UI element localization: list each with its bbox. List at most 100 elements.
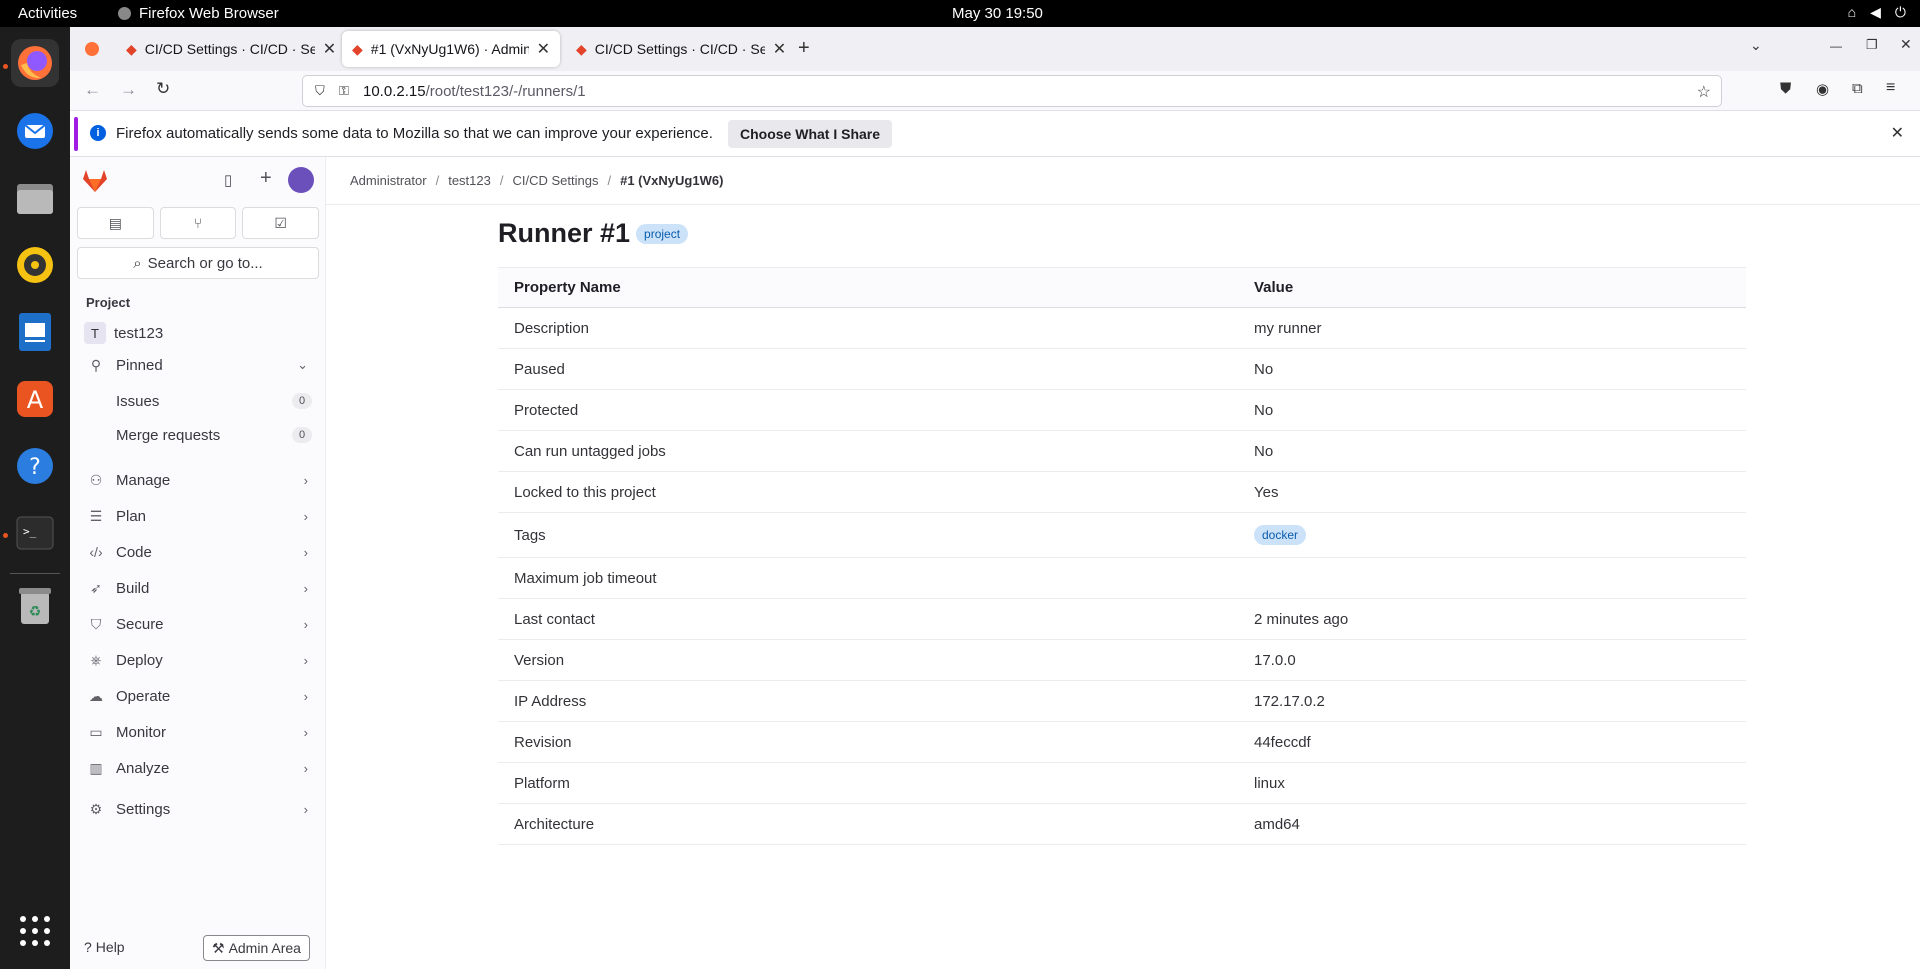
sidebar-item-build[interactable]: ➶ Build › [78, 572, 318, 604]
chevron-right-icon: › [303, 724, 308, 740]
search-button[interactable]: ⌕ Search or go to... [77, 247, 319, 279]
svg-text:>_: >_ [23, 525, 37, 538]
notification-message: Firefox automatically sends some data to… [116, 125, 713, 142]
chevron-down-icon: ⌄ [297, 357, 308, 372]
extensions-icon[interactable]: ⧉ [1852, 80, 1863, 97]
help-icon: ? [84, 939, 92, 955]
column-header: Value [1238, 267, 1746, 308]
property-name: Platform [498, 762, 1238, 804]
sidebar-item-pinned[interactable]: ⚲ Pinned ⌄ [78, 349, 318, 381]
table-row: Can run untagged jobs No [498, 430, 1746, 472]
reload-icon[interactable]: ↻ [156, 79, 170, 99]
help-dock-icon[interactable]: ? [11, 442, 59, 490]
url-host: 10.0.2.15 [363, 82, 426, 100]
todo-icon[interactable]: ☑ [242, 207, 320, 239]
gitlab-logo-icon[interactable] [82, 169, 108, 198]
app-name-label: Firefox Web Browser [139, 5, 279, 22]
gitlab-tab-icon: ◆ [352, 40, 363, 57]
breadcrumb-item[interactable]: test123 [448, 173, 491, 188]
sidebar-item-project[interactable]: T test123 [78, 317, 318, 349]
sidebar-item-label: Issues [116, 392, 160, 410]
rhythmbox-dock-icon[interactable] [11, 241, 59, 289]
activities-button[interactable]: Activities [18, 5, 77, 22]
table-row: Locked to this project Yes [498, 471, 1746, 513]
tab-title: CI/CD Settings · CI/CD · Se [594, 41, 765, 57]
thunderbird-dock-icon[interactable] [11, 107, 59, 155]
writer-dock-icon[interactable] [11, 308, 59, 356]
sidebar-item-merge-requests[interactable]: Merge requests 0 [78, 419, 318, 451]
bookmark-star-icon[interactable]: ☆ [1697, 82, 1711, 102]
assigned-issues-icon[interactable]: ▤ [77, 207, 154, 239]
files-dock-icon[interactable] [11, 174, 59, 222]
lock-icon[interactable]: ⚿ [339, 83, 349, 99]
firefox-dock-icon[interactable] [11, 39, 59, 87]
sidebar-item-settings[interactable]: ⚙ Settings › [78, 793, 318, 825]
sidebar-item-label: Monitor [116, 723, 167, 741]
create-new-icon[interactable]: + [260, 167, 272, 190]
property-value: No [1238, 430, 1746, 472]
app-center-dock-icon[interactable]: A [11, 375, 59, 423]
sidebar-item-issues[interactable]: Issues 0 [78, 385, 318, 417]
svg-text:A: A [27, 386, 44, 414]
tab-title: #1 (VxNyUg1W6) · Admin [370, 41, 529, 57]
firefox-view-tab[interactable] [74, 31, 110, 67]
system-tray[interactable]: ⌂ ◀ ⏻ [1848, 4, 1906, 21]
sidebar-item-label: Settings [116, 800, 171, 818]
gitlab-tab-icon: ◆ [126, 40, 137, 57]
rocket-icon: ➶ [90, 579, 102, 596]
shield-icon[interactable]: ⛉ [315, 83, 325, 99]
property-name: Can run untagged jobs [498, 430, 1238, 472]
pocket-icon[interactable]: ⛊ [1780, 80, 1791, 97]
volume-icon: ◀ [1870, 4, 1881, 20]
new-tab-icon[interactable]: + [798, 37, 810, 60]
close-tab-icon[interactable]: ✕ [323, 39, 336, 59]
breadcrumb-item[interactable]: Administrator [350, 173, 427, 188]
property-value: 44feccdf [1238, 721, 1746, 763]
minimize-icon[interactable]: — [1830, 39, 1842, 53]
close-notification-icon[interactable]: ✕ [1891, 123, 1904, 143]
sidebar-item-manage[interactable]: ⚇ Manage › [78, 464, 318, 496]
admin-icon: ⚒ [212, 939, 225, 956]
tab-runner[interactable]: ◆ #1 (VxNyUg1W6) · Admin ✕ [342, 31, 560, 67]
show-apps-icon[interactable] [11, 907, 59, 955]
table-row: IP Address 172.17.0.2 [498, 680, 1746, 722]
breadcrumb-current[interactable]: #1 (VxNyUg1W6) [620, 173, 723, 188]
close-window-icon[interactable]: ✕ [1900, 36, 1912, 53]
breadcrumb-item[interactable]: CI/CD Settings [512, 173, 598, 188]
list-tabs-icon[interactable]: ⌄ [1750, 37, 1762, 54]
sidebar-item-label: Build [116, 579, 150, 597]
trash-dock-icon[interactable]: ♻ [11, 582, 59, 630]
url-bar[interactable]: ⛉ ⚿ 10.0.2.15/root/test123/-/runners/1 ☆ [302, 75, 1722, 107]
sidebar-item-analyze[interactable]: ▥ Analyze › [78, 752, 318, 784]
user-avatar[interactable] [288, 167, 314, 193]
sidebar-item-secure[interactable]: ⛉ Secure › [78, 608, 318, 640]
close-tab-icon[interactable]: ✕ [773, 39, 786, 59]
choose-what-i-share-button[interactable]: Choose What I Share [728, 120, 893, 148]
table-row: Architecture amd64 [498, 803, 1746, 845]
sidebar-item-code[interactable]: ‹/› Code › [78, 536, 318, 568]
section-label-project: Project [86, 295, 131, 310]
terminal-dock-icon[interactable]: >_ [11, 509, 59, 557]
help-button[interactable]: ? Help [84, 939, 125, 955]
merge-requests-count-badge: 0 [292, 427, 312, 443]
merge-requests-icon[interactable]: ⑂ [159, 207, 237, 239]
tab-cicd-settings-2[interactable]: ◆ CI/CD Settings · CI/CD · Se ✕ [566, 31, 798, 67]
toggle-sidebar-icon[interactable]: ▯ [224, 171, 232, 189]
maximize-icon[interactable]: ❐ [1866, 37, 1878, 53]
sidebar-item-deploy[interactable]: ⎈ Deploy › [78, 644, 318, 676]
account-icon[interactable]: ◉ [1816, 80, 1829, 98]
close-tab-icon[interactable]: ✕ [537, 39, 550, 59]
breadcrumb: Administrator / test123 / CI/CD Settings… [326, 157, 1920, 205]
tab-strip: ◆ CI/CD Settings · CI/CD · Se ✕ ◆ #1 (Vx… [70, 27, 1920, 71]
tab-cicd-settings-1[interactable]: ◆ CI/CD Settings · CI/CD · Se ✕ [116, 31, 348, 67]
forward-icon[interactable]: → [120, 80, 137, 100]
sidebar-item-plan[interactable]: ☰ Plan › [78, 500, 318, 532]
app-menu[interactable]: Firefox Web Browser [118, 5, 279, 22]
clock[interactable]: May 30 19:50 [952, 5, 1043, 22]
admin-area-button[interactable]: ⚒ Admin Area [203, 935, 310, 961]
back-icon[interactable]: ← [84, 80, 101, 100]
menu-icon[interactable]: ≡ [1886, 79, 1895, 97]
firefox-view-icon [85, 42, 99, 56]
sidebar-item-monitor[interactable]: ▭ Monitor › [78, 716, 318, 748]
sidebar-item-operate[interactable]: ☁ Operate › [78, 680, 318, 712]
